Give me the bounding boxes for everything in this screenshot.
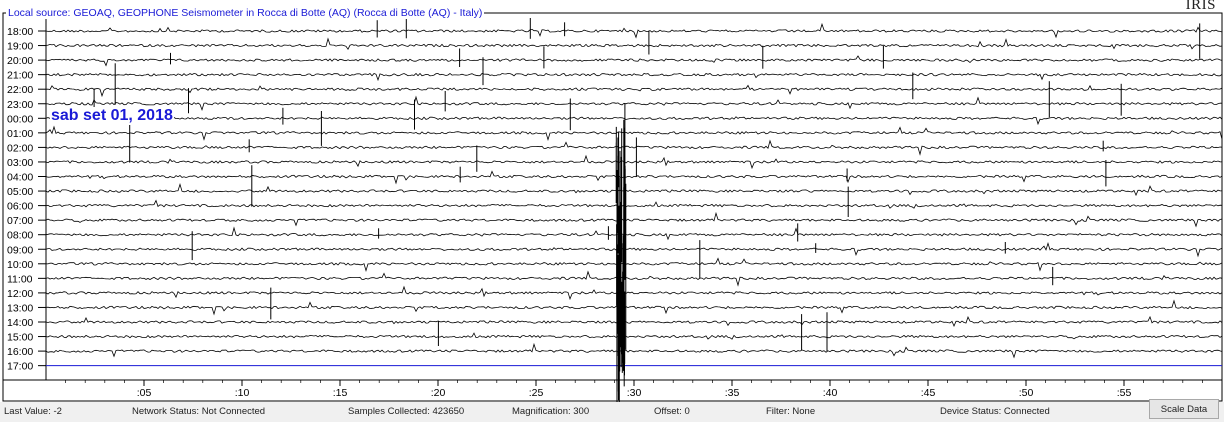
trace-line <box>45 170 1223 185</box>
event-burst <box>615 103 627 422</box>
hour-label: 07:00 <box>7 215 33 227</box>
minute-label: :35 <box>725 387 740 399</box>
hour-label: 17:00 <box>7 361 33 373</box>
source-title: Local source: GEOAQ, GEOPHONE Seismomete… <box>6 7 485 19</box>
minute-label: :50 <box>1019 387 1034 399</box>
trace-line <box>45 116 1223 126</box>
hour-label: 09:00 <box>7 244 33 256</box>
trace-line <box>45 211 1223 228</box>
hour-label: 04:00 <box>7 172 33 184</box>
trace-line <box>45 332 1223 340</box>
trace-line <box>45 241 1223 258</box>
trace-line <box>45 342 1223 359</box>
hour-label: 13:00 <box>7 302 33 314</box>
trace-line <box>45 95 1223 112</box>
hour-label: 03:00 <box>7 157 33 169</box>
trace-line <box>45 270 1223 287</box>
trace-line <box>45 257 1223 273</box>
seismogram-traces <box>45 18 1223 422</box>
minute-axis: :05 :10 :15 :20 :25 :30 :35 :40 :45 :50 :55 <box>65 380 1203 399</box>
trace-line <box>45 22 1223 39</box>
hour-label: 19:00 <box>7 41 33 53</box>
last-value: Last Value: -2 <box>4 406 62 417</box>
magnification: Magnification: 300 <box>512 406 590 417</box>
hour-label: 20:00 <box>7 55 33 67</box>
minute-label: :10 <box>235 387 250 399</box>
offset: Offset: 0 <box>654 406 690 417</box>
hour-label: 10:00 <box>7 259 33 271</box>
trace-line <box>45 199 1223 209</box>
trace-line <box>45 315 1223 328</box>
hour-label: 16:00 <box>7 346 33 358</box>
minute-label: :15 <box>333 387 348 399</box>
hour-label: 01:00 <box>7 128 33 140</box>
trace-line <box>45 183 1222 197</box>
hour-axis: 18:00 19:00 20:00 21:00 22:00 23:00 00:00 01:00… <box>7 26 46 373</box>
filter: Filter: None <box>766 406 816 417</box>
samples-collected: Samples Collected: 423650 <box>348 406 465 417</box>
hour-label: 21:00 <box>7 70 33 82</box>
hour-label: 14:00 <box>7 317 33 329</box>
minute-label: :25 <box>529 387 544 399</box>
date-label: sab set 01, 2018 <box>50 107 174 125</box>
network-status: Network Status: Not Connected <box>132 406 266 417</box>
hour-label: 15:00 <box>7 332 33 344</box>
hour-label: 05:00 <box>7 186 33 198</box>
trace-line <box>45 226 1223 241</box>
hour-label: 12:00 <box>7 288 33 300</box>
minute-label: :55 <box>1117 387 1132 399</box>
device-status: Device Status: Connected <box>940 406 1050 417</box>
trace-line <box>45 125 1223 141</box>
trace-line <box>45 72 1223 82</box>
hour-label: 22:00 <box>7 84 33 96</box>
hour-label: 11:00 <box>7 273 33 285</box>
status-bar: Last Value: -2 Network Status: Not Conne… <box>0 402 1224 422</box>
iris-logo: IRIS <box>1185 0 1216 13</box>
hour-label: 08:00 <box>7 230 33 242</box>
minute-label: :30 <box>627 387 642 399</box>
trace-line <box>45 37 1223 50</box>
hour-label: 02:00 <box>7 142 33 154</box>
minute-label: :05 <box>137 387 152 399</box>
trace-line <box>45 84 1223 98</box>
scale-data-button[interactable]: Scale Data <box>1149 399 1219 419</box>
hour-label: 00:00 <box>7 113 33 125</box>
hour-label: 06:00 <box>7 201 33 213</box>
minute-label: :20 <box>431 387 446 399</box>
helicorder-display: 18:00 19:00 20:00 21:00 22:00 23:00 00:00 01:00… <box>2 12 1223 422</box>
hour-label: 23:00 <box>7 99 33 111</box>
trace-line <box>45 299 1223 316</box>
minute-label: :40 <box>823 387 838 399</box>
trace-line <box>45 154 1223 170</box>
trace-line <box>45 285 1223 301</box>
trace-line <box>45 55 1223 67</box>
trace-line <box>45 139 1223 156</box>
hour-label: 18:00 <box>7 26 33 38</box>
minute-label: :45 <box>921 387 936 399</box>
